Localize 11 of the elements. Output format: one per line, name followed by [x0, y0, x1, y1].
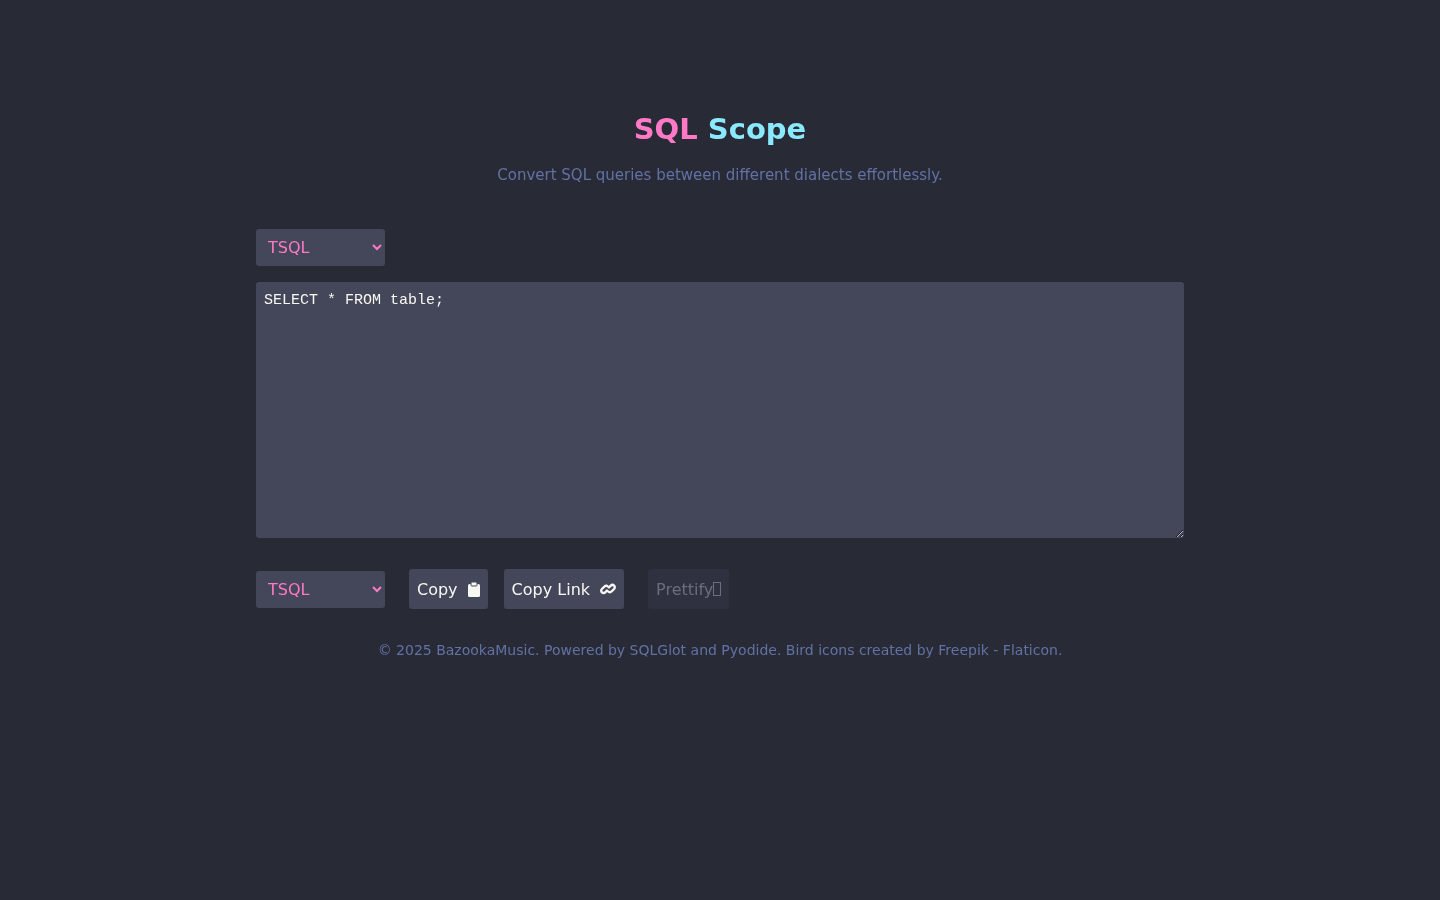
app-title: SQL Scope: [632, 111, 808, 148]
missing-glyph-icon: [713, 582, 722, 596]
app-subtitle: Convert SQL queries between different dialects effortlessly.: [496, 165, 944, 186]
sql-input-field[interactable]: SELECT * FROM table;: [256, 282, 1184, 538]
link-icon: [600, 581, 617, 597]
source-dialect-select[interactable]: TSQL: [256, 229, 385, 266]
footer-text: © 2025 BazookaMusic. Powered by SQLGlot and Pyodide. Bird icons created by Freepik - Flaticon.: [376, 642, 1064, 658]
clipboard-icon: [467, 581, 480, 597]
target-dialect-select[interactable]: TSQL: [256, 570, 385, 608]
copy-button[interactable]: Copy: [409, 569, 488, 609]
copy-link-button[interactable]: Copy Link: [503, 569, 625, 609]
